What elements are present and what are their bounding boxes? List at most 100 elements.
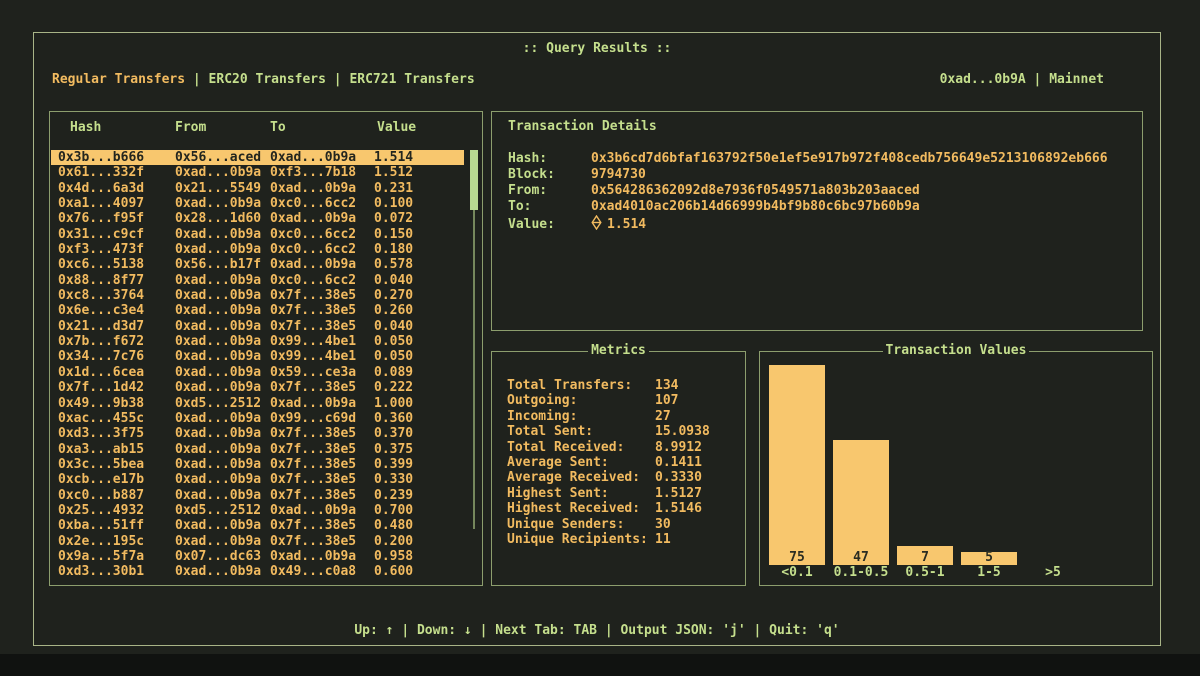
table-row[interactable]: 0x6e...c3e40xad...0b9a0x7f...38e50.260 bbox=[51, 303, 464, 318]
cell-hash: 0x21...d3d7 bbox=[58, 319, 175, 334]
detail-value-hash: 0x3b6cd7d6bfaf163792f50e1ef5e917b972f408… bbox=[591, 151, 1108, 166]
cell-hash: 0x2e...195c bbox=[58, 534, 175, 549]
table-row[interactable]: 0x9a...5f7a0x07...dc630xad...0b9a0.958 bbox=[51, 549, 464, 564]
table-row[interactable]: 0xac...455c0xad...0b9a0x99...c69d0.360 bbox=[51, 411, 464, 426]
table-row[interactable]: 0x3b...b6660x56...aced0xad...0b9a1.514 bbox=[51, 150, 464, 165]
bar-area: 7 bbox=[897, 365, 953, 565]
cell-to: 0x7f...38e5 bbox=[270, 518, 374, 533]
table-row[interactable]: 0xcb...e17b0xad...0b9a0x7f...38e50.330 bbox=[51, 472, 464, 487]
cell-value: 0.700 bbox=[374, 503, 464, 518]
cell-hash: 0xac...455c bbox=[58, 411, 175, 426]
metric-row-highest-received: Highest Received:1.5146 bbox=[492, 501, 745, 516]
cell-to: 0x7f...38e5 bbox=[270, 426, 374, 441]
metric-value: 30 bbox=[655, 517, 671, 532]
cell-to: 0x59...ce3a bbox=[270, 365, 374, 380]
cell-to: 0xf3...7b18 bbox=[270, 165, 374, 180]
metric-label: Outgoing: bbox=[507, 393, 655, 408]
cell-from: 0x28...1d60 bbox=[175, 211, 270, 226]
detail-row-hash: Hash:0x3b6cd7d6bfaf163792f50e1ef5e917b97… bbox=[508, 151, 1132, 167]
cell-to: 0xc0...6cc2 bbox=[270, 242, 374, 257]
table-row[interactable]: 0x31...c9cf0xad...0b9a0xc0...6cc20.150 bbox=[51, 227, 464, 242]
tab-regular-transfers[interactable]: Regular Transfers bbox=[52, 72, 185, 87]
cell-to: 0x99...4be1 bbox=[270, 349, 374, 364]
table-row[interactable]: 0x88...8f770xad...0b9a0xc0...6cc20.040 bbox=[51, 273, 464, 288]
cell-to: 0x99...c69d bbox=[270, 411, 374, 426]
cell-value: 0.231 bbox=[374, 181, 464, 196]
chart-bar-value: 5 bbox=[961, 550, 1017, 565]
table-row[interactable]: 0x7f...1d420xad...0b9a0x7f...38e50.222 bbox=[51, 380, 464, 395]
table-row[interactable]: 0xd3...3f750xad...0b9a0x7f...38e50.370 bbox=[51, 426, 464, 441]
table-row[interactable]: 0x61...332f0xad...0b9a0xf3...7b181.512 bbox=[51, 165, 464, 180]
cell-from: 0xad...0b9a bbox=[175, 273, 270, 288]
table-row[interactable]: 0x7b...f6720xad...0b9a0x99...4be10.050 bbox=[51, 334, 464, 349]
table-row[interactable]: 0xa1...40970xad...0b9a0xc0...6cc20.100 bbox=[51, 196, 464, 211]
metric-row-average-received: Average Received:0.3330 bbox=[492, 470, 745, 485]
tab-erc20-transfers[interactable]: ERC20 Transfers bbox=[209, 72, 326, 87]
cell-value: 0.050 bbox=[374, 334, 464, 349]
detail-label: Value: bbox=[508, 217, 591, 233]
cell-from: 0xad...0b9a bbox=[175, 196, 270, 211]
cell-hash: 0x61...332f bbox=[58, 165, 175, 180]
table-row[interactable]: 0xba...51ff0xad...0b9a0x7f...38e50.480 bbox=[51, 518, 464, 533]
cell-to: 0x7f...38e5 bbox=[270, 534, 374, 549]
cell-from: 0xd5...2512 bbox=[175, 396, 270, 411]
metrics-list: Total Transfers:134Outgoing:107Incoming:… bbox=[492, 378, 745, 547]
metric-row-total-received: Total Received:8.9912 bbox=[492, 440, 745, 455]
cell-hash: 0x34...7c76 bbox=[58, 349, 175, 364]
table-row[interactable]: 0x4d...6a3d0x21...55490xad...0b9a0.231 bbox=[51, 181, 464, 196]
chart-bar-value: 7 bbox=[897, 550, 953, 565]
cell-value: 0.200 bbox=[374, 534, 464, 549]
table-row[interactable]: 0x49...9b380xd5...25120xad...0b9a1.000 bbox=[51, 396, 464, 411]
cell-hash: 0xcb...e17b bbox=[58, 472, 175, 487]
column-header-from: From bbox=[175, 120, 270, 135]
cell-hash: 0xd3...3f75 bbox=[58, 426, 175, 441]
table-row[interactable]: 0xc8...37640xad...0b9a0x7f...38e50.270 bbox=[51, 288, 464, 303]
cell-from: 0xad...0b9a bbox=[175, 303, 270, 318]
chart-panel-title: Transaction Values bbox=[760, 343, 1152, 358]
metric-label: Total Received: bbox=[507, 440, 655, 455]
cell-to: 0xad...0b9a bbox=[270, 211, 374, 226]
chart-bar-value: 75 bbox=[769, 550, 825, 565]
bar-chart: 75<0.1470.1-0.570.5-151-5>5 bbox=[769, 365, 1081, 580]
metric-value: 0.3330 bbox=[655, 470, 702, 485]
metric-label: Average Received: bbox=[507, 470, 655, 485]
cell-hash: 0xa3...ab15 bbox=[58, 442, 175, 457]
table-row[interactable]: 0x21...d3d70xad...0b9a0x7f...38e50.040 bbox=[51, 319, 464, 334]
cell-hash: 0x1d...6cea bbox=[58, 365, 175, 380]
cell-to: 0xad...0b9a bbox=[270, 257, 374, 272]
table-row[interactable]: 0xd3...30b10xad...0b9a0x49...c0a80.600 bbox=[51, 564, 464, 579]
cell-value: 0.089 bbox=[374, 365, 464, 380]
metric-row-highest-sent: Highest Sent:1.5127 bbox=[492, 486, 745, 501]
details-fields: Hash:0x3b6cd7d6bfaf163792f50e1ef5e917b97… bbox=[508, 151, 1132, 235]
table-row[interactable]: 0x34...7c760xad...0b9a0x99...4be10.050 bbox=[51, 349, 464, 364]
table-row[interactable]: 0x3c...5bea0xad...0b9a0x7f...38e50.399 bbox=[51, 457, 464, 472]
table-scrollbar-thumb[interactable] bbox=[470, 150, 478, 210]
tab-erc721-transfers[interactable]: ERC721 Transfers bbox=[349, 72, 474, 87]
table-row[interactable]: 0xc0...b8870xad...0b9a0x7f...38e50.239 bbox=[51, 488, 464, 503]
cell-hash: 0xc6...5138 bbox=[58, 257, 175, 272]
cell-to: 0xad...0b9a bbox=[270, 150, 374, 165]
metric-value: 15.0938 bbox=[655, 424, 710, 439]
table-row[interactable]: 0xc6...51380x56...b17f0xad...0b9a0.578 bbox=[51, 257, 464, 272]
cell-from: 0x56...aced bbox=[175, 150, 270, 165]
cell-from: 0xad...0b9a bbox=[175, 534, 270, 549]
table-row[interactable]: 0xf3...473f0xad...0b9a0xc0...6cc20.180 bbox=[51, 242, 464, 257]
table-row[interactable]: 0x76...f95f0x28...1d600xad...0b9a0.072 bbox=[51, 211, 464, 226]
table-row[interactable]: 0x25...49320xd5...25120xad...0b9a0.700 bbox=[51, 503, 464, 518]
table-row[interactable]: 0x2e...195c0xad...0b9a0x7f...38e50.200 bbox=[51, 534, 464, 549]
cell-value: 0.399 bbox=[374, 457, 464, 472]
table-row[interactable]: 0xa3...ab150xad...0b9a0x7f...38e50.375 bbox=[51, 442, 464, 457]
cell-from: 0xad...0b9a bbox=[175, 564, 270, 579]
cell-from: 0xad...0b9a bbox=[175, 365, 270, 380]
tab-separator: | bbox=[185, 72, 208, 87]
cell-to: 0xad...0b9a bbox=[270, 549, 374, 564]
metric-row-total-sent: Total Sent:15.0938 bbox=[492, 424, 745, 439]
cell-to: 0x7f...38e5 bbox=[270, 442, 374, 457]
metric-value: 8.9912 bbox=[655, 440, 702, 455]
bar-area: 47 bbox=[833, 365, 889, 565]
detail-row-to: To:0xad4010ac206b14d66999b4bf9b80c6bc97b… bbox=[508, 199, 1132, 215]
detail-value-to: 0xad4010ac206b14d66999b4bf9b80c6bc97b60b… bbox=[591, 199, 920, 214]
metric-label: Incoming: bbox=[507, 409, 655, 424]
table-row[interactable]: 0x1d...6cea0xad...0b9a0x59...ce3a0.089 bbox=[51, 365, 464, 380]
cell-hash: 0x49...9b38 bbox=[58, 396, 175, 411]
